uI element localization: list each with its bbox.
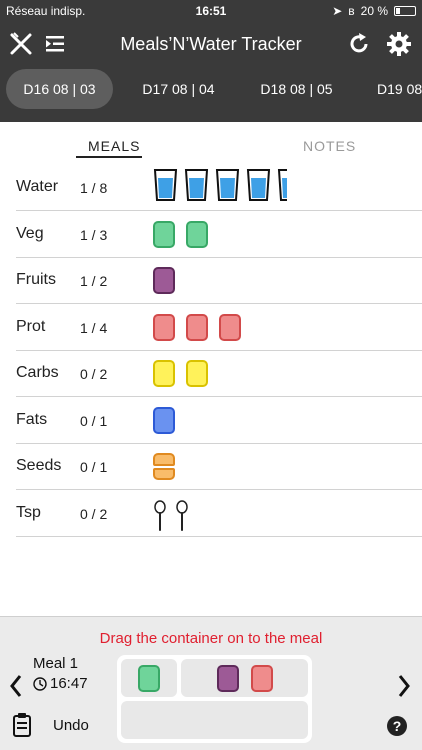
row-fruits: Fruits 1 / 2 <box>16 257 422 304</box>
date-tab-3[interactable]: D19 08 <box>362 69 422 109</box>
date-tabs: D16 08 | 03 D17 08 | 04 D18 08 | 05 D19 … <box>0 66 422 122</box>
water-glass-icon[interactable] <box>184 168 209 202</box>
row-items <box>153 168 287 202</box>
row-count: 1 / 2 <box>80 273 108 289</box>
clipboard-icon[interactable] <box>12 712 32 738</box>
row-items <box>153 406 175 434</box>
fruit-token[interactable] <box>216 664 239 692</box>
refresh-icon[interactable] <box>346 31 372 57</box>
app-header: Meals’N’Water Tracker <box>0 22 422 66</box>
row-count: 0 / 1 <box>80 459 108 475</box>
date-tab-1[interactable]: D17 08 | 04 <box>125 69 232 109</box>
help-icon[interactable]: ? <box>386 715 408 737</box>
row-items <box>153 360 208 387</box>
date-tab-2[interactable]: D18 08 | 05 <box>243 69 350 109</box>
seeds-container[interactable] <box>153 453 175 480</box>
row-veg: Veg 1 / 3 <box>16 211 422 258</box>
row-count: 1 / 8 <box>80 180 108 196</box>
undo-button[interactable]: Undo <box>53 717 89 734</box>
row-count: 0 / 2 <box>80 366 108 382</box>
row-items <box>153 313 241 341</box>
row-items <box>153 267 175 294</box>
spoon-icon[interactable] <box>175 499 189 532</box>
row-items <box>153 499 189 532</box>
tab-underline <box>76 156 142 158</box>
tab-notes[interactable]: NOTES <box>303 138 356 154</box>
status-right: ➤ ʙ 20 % <box>332 4 416 18</box>
svg-text:?: ? <box>393 718 402 734</box>
water-glass-icon[interactable] <box>246 168 271 202</box>
prot-container[interactable] <box>153 313 175 341</box>
row-count: 0 / 2 <box>80 505 108 522</box>
veg-token[interactable] <box>138 664 160 692</box>
row-name: Veg <box>16 224 44 242</box>
spoon-icon[interactable] <box>153 499 167 532</box>
meal-cell-veg <box>121 659 177 697</box>
prot-token[interactable] <box>250 664 273 692</box>
meal-time: 16:47 <box>33 675 88 692</box>
row-fats: Fats 0 / 1 <box>16 397 422 444</box>
meal-dropzone[interactable] <box>117 655 312 743</box>
carbs-container[interactable] <box>186 360 208 387</box>
row-seeds: Seeds 0 / 1 <box>16 443 422 490</box>
chevron-left-icon[interactable] <box>8 673 24 699</box>
battery-icon <box>394 6 416 16</box>
meal-name: Meal 1 <box>33 655 79 672</box>
row-name: Prot <box>16 317 46 335</box>
fruits-container[interactable] <box>153 267 175 294</box>
date-tab-0[interactable]: D16 08 | 03 <box>6 69 113 109</box>
meal-cell-mixed <box>181 659 308 697</box>
row-count: 1 / 3 <box>80 226 108 243</box>
row-items <box>153 453 175 480</box>
meal-time-value: 16:47 <box>50 675 88 692</box>
gear-icon[interactable] <box>386 31 412 57</box>
row-name: Fruits <box>16 271 56 288</box>
water-glass-icon[interactable] <box>277 168 287 202</box>
row-name: Tsp <box>16 503 41 521</box>
row-items <box>153 220 208 248</box>
battery-label: 20 % <box>360 4 388 18</box>
row-name: Carbs <box>16 364 59 381</box>
row-carbs: Carbs 0 / 2 <box>16 350 422 397</box>
water-glass-icon[interactable] <box>215 168 240 202</box>
row-count: 0 / 1 <box>80 412 108 429</box>
drag-hint: Drag the container on to the meal <box>99 630 323 647</box>
prot-container[interactable] <box>186 313 208 341</box>
bluetooth-icon: ʙ <box>348 4 355 18</box>
row-name: Seeds <box>16 457 62 474</box>
status-bar: Réseau indisp. 16:51 ➤ ʙ 20 % <box>0 0 422 22</box>
meal-panel: Drag the container on to the meal Meal 1… <box>0 616 422 750</box>
row-tsp: Tsp 0 / 2 <box>16 490 422 537</box>
carbs-container[interactable] <box>153 360 175 387</box>
chevron-right-icon[interactable] <box>396 673 412 699</box>
location-icon: ➤ <box>332 4 343 18</box>
row-count: 1 / 4 <box>80 319 108 336</box>
row-water: Water 1 / 8 <box>16 164 422 211</box>
clock-icon <box>33 676 47 691</box>
meal-cell-empty <box>121 701 308 739</box>
veg-container[interactable] <box>153 220 175 248</box>
veg-container[interactable] <box>186 220 208 248</box>
tab-meals[interactable]: MEALS <box>88 138 140 154</box>
row-name: Water <box>16 178 59 195</box>
water-glass-icon[interactable] <box>153 168 178 202</box>
row-name: Fats <box>16 410 48 428</box>
fats-container[interactable] <box>153 406 175 434</box>
row-prot: Prot 1 / 4 <box>16 304 422 351</box>
prot-container[interactable] <box>219 313 241 341</box>
